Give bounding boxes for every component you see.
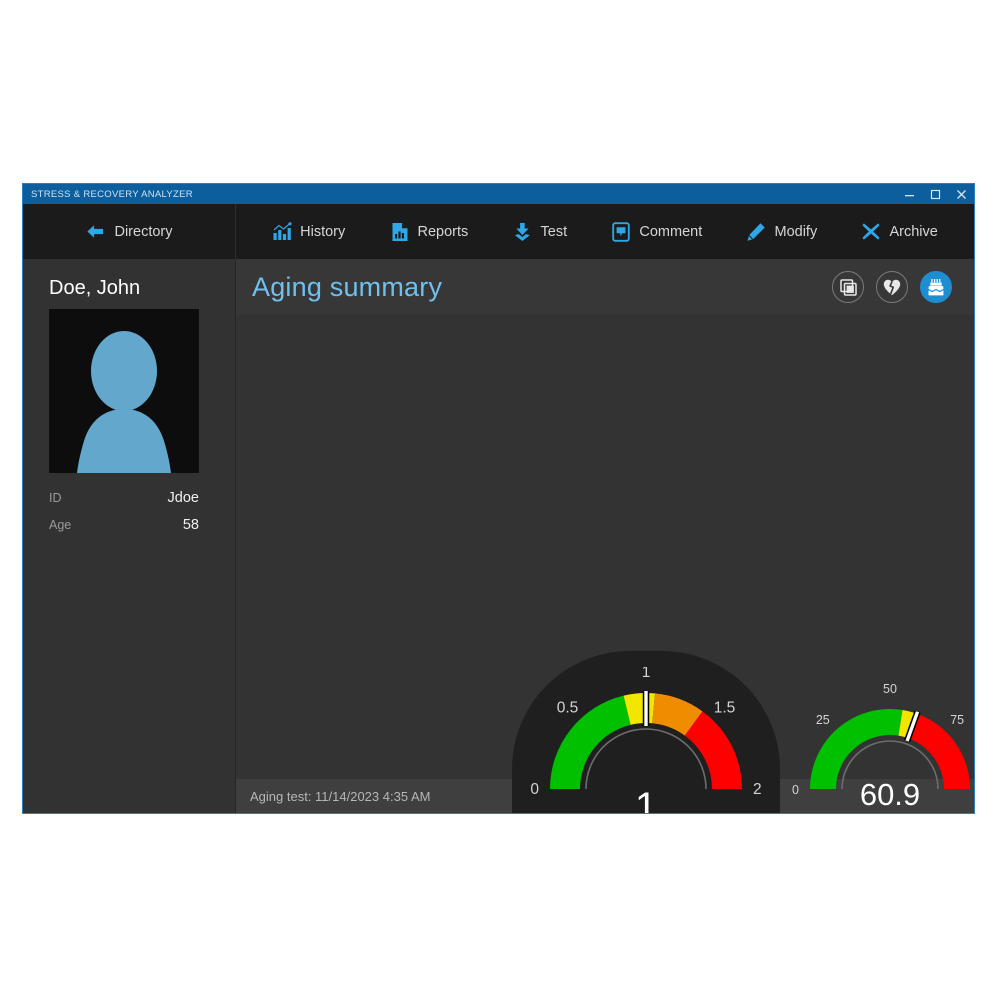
birthday-cake-icon[interactable]	[920, 271, 952, 303]
toolbar-item-history[interactable]: History	[272, 221, 346, 242]
toolbar-item-label: Test	[540, 223, 568, 240]
maximize-icon[interactable]	[922, 184, 948, 204]
gauge-dial-wrap: 0 0.5 1 1.5 2 1	[524, 664, 768, 813]
document-chart-icon	[390, 222, 410, 242]
page-header: Aging summary	[236, 259, 974, 315]
speech-bubble-icon	[611, 221, 631, 242]
toolbar-item-label: History	[300, 223, 346, 240]
gauge-value: 1	[634, 785, 658, 814]
test-timestamp: Aging test: 11/14/2023 4:35 AM	[250, 788, 431, 804]
gauge-value: 60.9	[859, 777, 921, 812]
toolbar-item-label: Reports	[417, 223, 469, 240]
close-icon[interactable]	[948, 184, 974, 204]
gauge-tick-label: 1	[642, 667, 651, 681]
gauge-dial-wrap: 025507510060.9	[784, 682, 974, 812]
info-value: Jdoe	[167, 490, 199, 506]
pencil-icon	[746, 222, 766, 242]
gauge-aging-speed: 00.511.521AGING SPEED	[524, 664, 768, 813]
toolbar-item-modify[interactable]: Modify	[746, 222, 817, 242]
x-cross-icon	[861, 222, 881, 242]
gauge-tick-label: 1.5	[714, 700, 736, 717]
copy-icon[interactable]	[832, 271, 864, 303]
info-label: Age	[49, 518, 72, 532]
info-label: ID	[49, 491, 62, 505]
avatar	[49, 309, 199, 473]
info-value: 58	[182, 517, 199, 533]
patient-sidebar: Doe, John ID Jdoe Age 58	[23, 259, 236, 813]
window-controls	[896, 184, 974, 204]
info-row-id: ID Jdoe	[49, 490, 199, 506]
patient-info-table: ID Jdoe Age 58	[49, 490, 199, 533]
window-title: STRESS & RECOVERY ANALYZER	[31, 188, 193, 200]
download-inbox-icon	[513, 222, 533, 242]
application-window: STRESS & RECOVERY ANALYZER Directory His…	[22, 183, 975, 814]
toolbar: Directory History Reports Test Comment M…	[23, 204, 974, 259]
bar-chart-icon	[272, 221, 292, 242]
toolbar-item-label: Modify	[774, 223, 818, 240]
gauge-biological-age: 025507510060.9BIOLOGICAL AGE	[784, 682, 974, 813]
toolbar-item-reports[interactable]: Reports	[390, 222, 469, 242]
toolbar-item-directory[interactable]: Directory	[23, 204, 236, 259]
main-content: Aging summary 0 0.5 1 1.5 2 1 0 25 50 75…	[236, 259, 974, 813]
gauge-tick-label: 0.5	[557, 700, 579, 717]
toolbar-item-comment[interactable]: Comment	[611, 221, 703, 242]
toolbar-item-archive[interactable]: Archive	[861, 222, 938, 242]
toolbar-item-label: Archive	[889, 223, 938, 240]
toolbar-item-label: Directory	[114, 223, 173, 240]
minimize-icon[interactable]	[896, 184, 922, 204]
page-title: Aging summary	[252, 271, 443, 302]
header-actions	[832, 271, 952, 303]
person-silhouette-icon	[77, 331, 171, 473]
application-body: Doe, John ID Jdoe Age 58 Aging summary 0…	[23, 259, 974, 813]
patient-name: Doe, John	[49, 277, 141, 299]
gauge-tick-label: 75	[950, 713, 964, 727]
toolbar-item-test[interactable]: Test	[513, 222, 568, 242]
gauge-dashboard: 00.511.521AGING SPEED025507510060.9BIOLO…	[236, 315, 974, 813]
toolbar-actions: History Reports Test Comment Modify Arch…	[236, 204, 974, 259]
arrow-left-icon	[85, 222, 105, 242]
broken-heart-icon[interactable]	[876, 271, 908, 303]
gauge-tick-label: 50	[883, 683, 897, 696]
toolbar-item-label: Comment	[639, 223, 703, 240]
info-row-age: Age 58	[49, 517, 199, 533]
title-bar: STRESS & RECOVERY ANALYZER	[23, 184, 974, 204]
gauge-tick-label: 25	[816, 713, 830, 727]
